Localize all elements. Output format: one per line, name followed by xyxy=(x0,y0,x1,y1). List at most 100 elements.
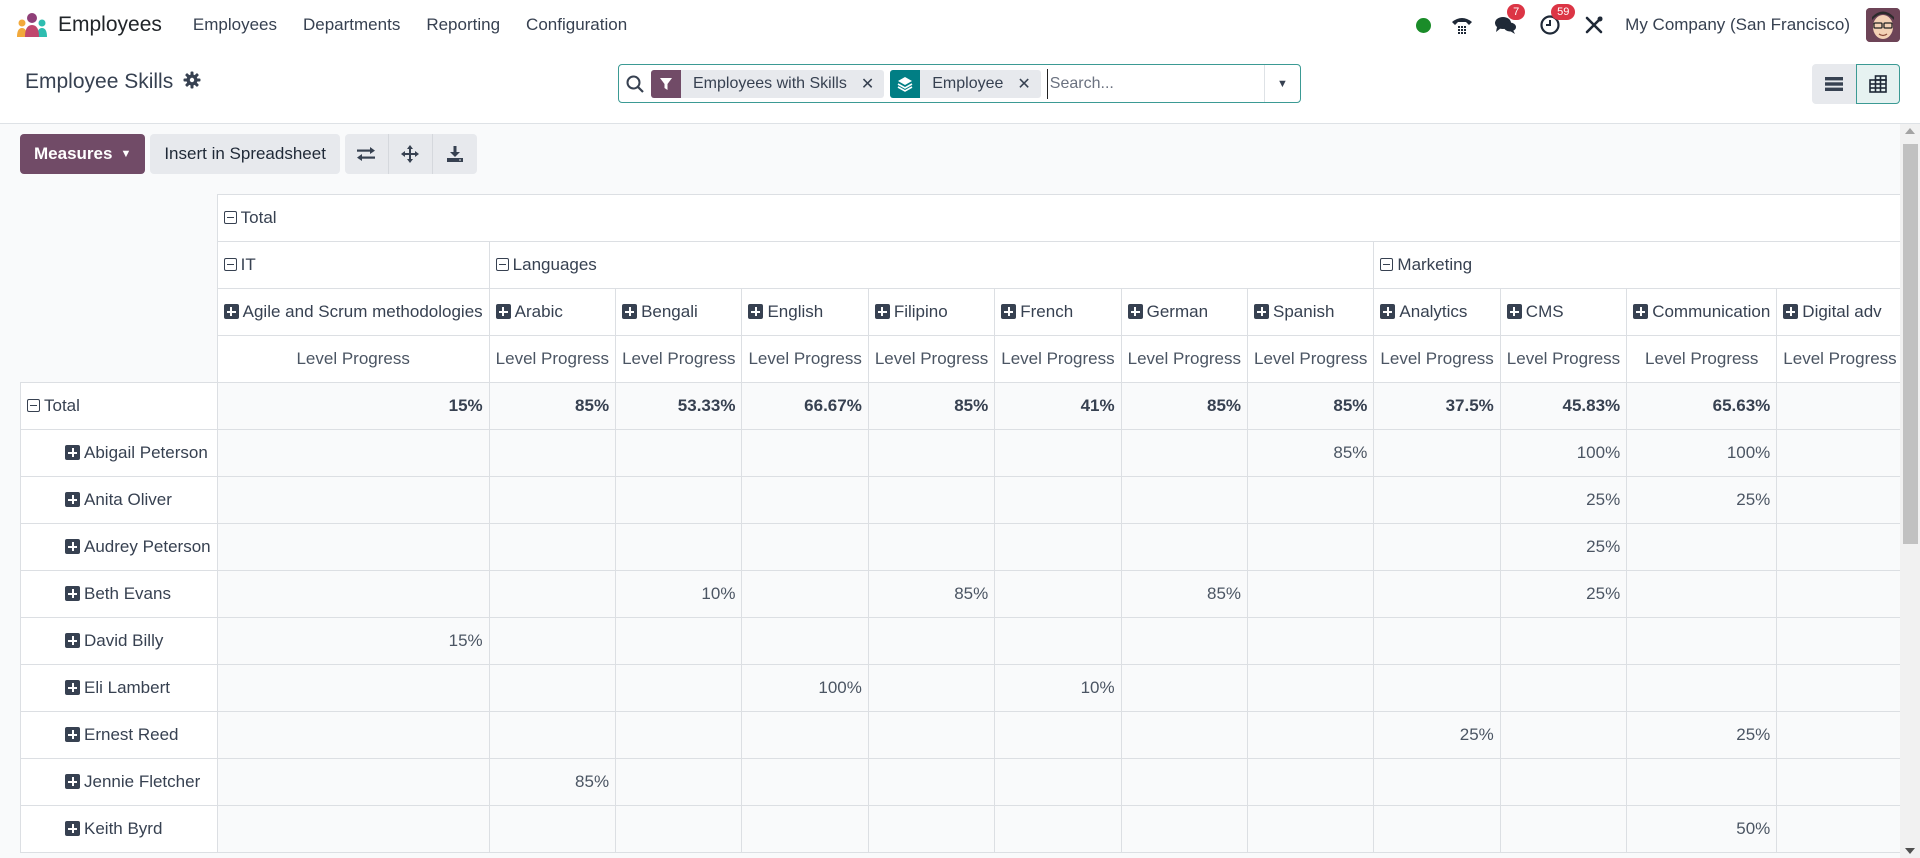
pivot-cell[interactable] xyxy=(615,617,743,665)
company-switcher[interactable]: My Company (San Francisco) xyxy=(1625,15,1850,35)
row-header-employee[interactable]: Beth Evans xyxy=(20,570,218,618)
pivot-cell[interactable]: 85% xyxy=(488,758,617,806)
nav-configuration[interactable]: Configuration xyxy=(513,15,640,35)
pivot-cell[interactable] xyxy=(1776,570,1900,618)
pivot-cell[interactable] xyxy=(994,758,1122,806)
pivot-cell[interactable] xyxy=(1776,476,1900,524)
user-avatar[interactable] xyxy=(1866,8,1900,42)
pivot-cell[interactable]: 25% xyxy=(1499,476,1628,524)
nav-departments[interactable]: Departments xyxy=(290,15,413,35)
pivot-cell[interactable] xyxy=(216,758,490,806)
messages-icon[interactable]: 7 xyxy=(1493,4,1526,38)
col-header-skill[interactable]: English xyxy=(741,288,869,336)
pivot-cell[interactable] xyxy=(615,523,743,571)
row-header-employee[interactable]: Anita Oliver xyxy=(20,476,218,524)
pivot-cell[interactable] xyxy=(1626,664,1778,712)
app-name[interactable]: Employees xyxy=(58,13,162,37)
flip-axis-button[interactable] xyxy=(344,134,389,174)
presence-status-icon[interactable] xyxy=(1416,17,1432,33)
insert-in-spreadsheet-button[interactable]: Insert in Spreadsheet xyxy=(150,134,340,174)
total-cell[interactable]: 45.83% xyxy=(1499,382,1628,430)
pivot-cell[interactable] xyxy=(1626,523,1778,571)
pivot-cell[interactable] xyxy=(1247,523,1375,571)
pivot-cell[interactable] xyxy=(1247,758,1375,806)
list-view-button[interactable] xyxy=(1812,64,1856,104)
pivot-cell[interactable]: 15% xyxy=(216,617,490,665)
pivot-cell[interactable] xyxy=(867,523,996,571)
row-header-employee[interactable]: Ernest Reed xyxy=(20,711,218,759)
measure-header[interactable]: Level Progress xyxy=(1626,335,1778,383)
row-header-employee[interactable]: Jennie Fletcher xyxy=(20,758,218,806)
row-header-total[interactable]: Total xyxy=(20,382,218,430)
pivot-cell[interactable] xyxy=(1373,429,1501,477)
pivot-cell[interactable] xyxy=(867,617,996,665)
row-header-employee[interactable]: Eli Lambert xyxy=(20,664,218,712)
pivot-cell[interactable] xyxy=(1373,758,1501,806)
pivot-cell[interactable] xyxy=(867,476,996,524)
col-header-skill[interactable]: French xyxy=(994,288,1122,336)
measure-header[interactable]: Level Progress xyxy=(741,335,869,383)
pivot-cell[interactable]: 100% xyxy=(1626,429,1778,477)
pivot-cell[interactable] xyxy=(867,711,996,759)
pivot-cell[interactable] xyxy=(1247,711,1375,759)
pivot-cell[interactable] xyxy=(1626,617,1778,665)
col-header-skill[interactable]: Agile and Scrum methodologies xyxy=(216,288,490,336)
pivot-cell[interactable] xyxy=(615,476,743,524)
expand-all-button[interactable] xyxy=(388,134,433,174)
download-button[interactable] xyxy=(432,134,477,174)
pivot-cell[interactable] xyxy=(1776,805,1900,853)
pivot-cell[interactable]: 25% xyxy=(1499,523,1628,571)
col-header-skill[interactable]: CMS xyxy=(1499,288,1628,336)
measures-dropdown-button[interactable]: Measures ▼ xyxy=(20,134,146,174)
pivot-cell[interactable] xyxy=(1373,570,1501,618)
pivot-cell[interactable] xyxy=(1120,664,1249,712)
pivot-cell[interactable] xyxy=(867,758,996,806)
pivot-cell[interactable] xyxy=(1373,617,1501,665)
pivot-cell[interactable] xyxy=(1499,711,1628,759)
pivot-cell[interactable] xyxy=(216,805,490,853)
pivot-cell[interactable] xyxy=(867,664,996,712)
col-header-skill[interactable]: Analytics xyxy=(1373,288,1501,336)
total-cell[interactable] xyxy=(1776,382,1900,430)
pivot-cell[interactable]: 100% xyxy=(741,664,869,712)
pivot-cell[interactable]: 25% xyxy=(1499,570,1628,618)
pivot-cell[interactable] xyxy=(488,476,617,524)
pivot-cell[interactable] xyxy=(615,429,743,477)
col-header-skill[interactable]: Spanish xyxy=(1247,288,1375,336)
nav-employees[interactable]: Employees xyxy=(180,15,290,35)
measure-header[interactable]: Level Progress xyxy=(615,335,743,383)
pivot-cell[interactable] xyxy=(1776,429,1900,477)
pivot-cell[interactable] xyxy=(1247,805,1375,853)
pivot-view-button[interactable] xyxy=(1856,64,1900,104)
measure-header[interactable]: Level Progress xyxy=(216,335,490,383)
total-cell[interactable]: 85% xyxy=(1120,382,1249,430)
total-cell[interactable]: 65.63% xyxy=(1626,382,1778,430)
remove-facet-button[interactable]: ✕ xyxy=(1011,70,1040,98)
total-cell[interactable]: 85% xyxy=(867,382,996,430)
row-header-employee[interactable]: David Billy xyxy=(20,617,218,665)
pivot-cell[interactable] xyxy=(994,429,1122,477)
pivot-cell[interactable] xyxy=(1373,805,1501,853)
pivot-cell[interactable] xyxy=(994,570,1122,618)
col-header-skill[interactable]: Filipino xyxy=(867,288,996,336)
pivot-cell[interactable] xyxy=(994,523,1122,571)
total-cell[interactable]: 85% xyxy=(1247,382,1375,430)
col-header-skill[interactable]: Bengali xyxy=(615,288,743,336)
gear-icon[interactable] xyxy=(183,71,201,94)
measure-header[interactable]: Level Progress xyxy=(1247,335,1375,383)
pivot-cell[interactable] xyxy=(216,570,490,618)
total-cell[interactable]: 85% xyxy=(488,382,617,430)
pivot-cell[interactable] xyxy=(1776,758,1900,806)
search-icon[interactable] xyxy=(619,75,651,93)
pivot-cell[interactable] xyxy=(1120,617,1249,665)
pivot-cell[interactable] xyxy=(488,664,617,712)
pivot-cell[interactable] xyxy=(488,805,617,853)
col-header-total[interactable]: Total xyxy=(216,194,1900,242)
nav-reporting[interactable]: Reporting xyxy=(413,15,513,35)
pivot-cell[interactable] xyxy=(488,711,617,759)
pivot-cell[interactable] xyxy=(1776,617,1900,665)
col-header-skill[interactable]: Arabic xyxy=(488,288,617,336)
pivot-cell[interactable] xyxy=(615,758,743,806)
pivot-cell[interactable] xyxy=(1373,523,1501,571)
pivot-cell[interactable] xyxy=(1626,570,1778,618)
